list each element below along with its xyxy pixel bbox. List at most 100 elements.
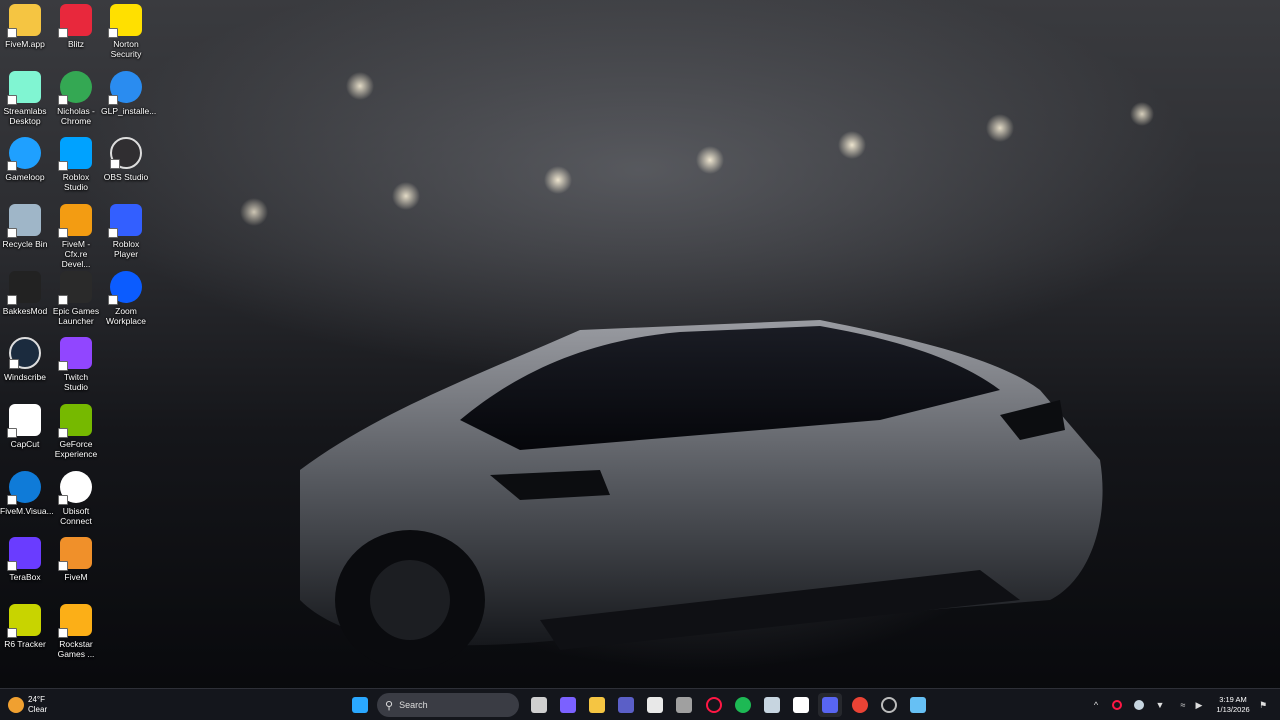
file-explorer-icon bbox=[589, 697, 605, 713]
taskbar-task-view[interactable] bbox=[527, 693, 551, 717]
bakkesmod-icon bbox=[7, 271, 41, 305]
desktop-icon-fivem-app[interactable]: FiveM.app bbox=[0, 0, 50, 49]
desktop-icon-label: TeraBox bbox=[9, 572, 41, 582]
desktop-icon-label: Norton Security bbox=[110, 39, 142, 59]
gameloop-icon bbox=[7, 137, 41, 171]
desktop-icon-fivem-visual[interactable]: FiveM.Visua... bbox=[0, 467, 54, 516]
desktop-icon-label: Gameloop bbox=[5, 172, 45, 182]
taskbar-chrome[interactable] bbox=[848, 693, 872, 717]
notepad-icon bbox=[793, 697, 809, 713]
desktop-icon-zoom[interactable]: Zoom Workplace bbox=[101, 267, 151, 326]
taskbar-calculator[interactable] bbox=[672, 693, 696, 717]
obs-icon bbox=[881, 697, 897, 713]
desktop-icon-label: Nicholas - Chrome bbox=[57, 106, 95, 126]
taskbar-notepad[interactable] bbox=[789, 693, 813, 717]
start-button[interactable] bbox=[348, 693, 372, 717]
desktop-icon-geforce[interactable]: GeForce Experience bbox=[51, 400, 101, 459]
desktop-icon-blitz[interactable]: Blitz bbox=[51, 0, 101, 49]
desktop-icon-label: Rockstar Games ... bbox=[57, 639, 95, 659]
taskbar-steam-2[interactable] bbox=[906, 693, 930, 717]
desktop-icon-obs[interactable]: OBS Studio bbox=[101, 133, 151, 182]
desktop-icon-ubisoft[interactable]: Ubisoft Connect bbox=[51, 467, 101, 526]
epic-games-icon bbox=[58, 271, 92, 305]
ubisoft-icon bbox=[58, 471, 92, 505]
desktop-icon-label: R6 Tracker bbox=[4, 639, 46, 649]
desktop-icon-chrome-profile[interactable]: Nicholas - Chrome bbox=[51, 67, 101, 126]
steam-icon bbox=[764, 697, 780, 713]
desktop-icon-r6-tracker[interactable]: R6 Tracker bbox=[0, 600, 50, 649]
start-icon bbox=[352, 697, 368, 713]
chrome-icon bbox=[852, 697, 868, 713]
fivem-icon bbox=[58, 537, 92, 571]
taskbar-clock[interactable]: 3:19 AM 1/13/2026 bbox=[1208, 693, 1258, 717]
desktop-icon-grid: FiveM.app Blitz Norton Security Streamla… bbox=[0, 0, 160, 680]
twitch-icon bbox=[58, 337, 92, 371]
taskbar-search[interactable]: ⚲ Search bbox=[377, 693, 519, 717]
desktop-icon-glp-installer[interactable]: GLP_installe... bbox=[101, 67, 157, 116]
desktop-icon-bakkesmod[interactable]: BakkesMod bbox=[0, 267, 50, 316]
desktop-icon-terabox[interactable]: TeraBox bbox=[0, 533, 50, 582]
desktop-icon-label: Roblox Studio bbox=[62, 172, 90, 192]
microphone-icon: ▼ bbox=[1155, 700, 1165, 710]
taskbar-teams[interactable] bbox=[614, 693, 638, 717]
wallpaper-car bbox=[300, 320, 1103, 670]
desktop-icon-label: GLP_installe... bbox=[101, 106, 157, 116]
spotify-icon bbox=[735, 697, 751, 713]
taskbar-copilot[interactable] bbox=[556, 693, 580, 717]
tray-volume[interactable]: ▶ bbox=[1192, 693, 1206, 717]
store-icon bbox=[647, 697, 663, 713]
desktop-icon-label: Streamlabs Desktop bbox=[3, 106, 47, 126]
desktop-icon-label: Twitch Studio bbox=[63, 372, 89, 392]
clock-date: 1/13/2026 bbox=[1216, 705, 1250, 714]
desktop-icon-epic-games[interactable]: Epic Games Launcher bbox=[51, 267, 101, 326]
edge-icon bbox=[7, 471, 41, 505]
desktop-icon-rockstar[interactable]: Rockstar Games ... bbox=[51, 600, 101, 659]
desktop-icon-fivem-dev[interactable]: FiveM - Cfx.re Devel... bbox=[51, 200, 101, 269]
streamlabs-icon bbox=[7, 71, 41, 105]
rockstar-icon bbox=[58, 604, 92, 638]
desktop-icon-roblox-studio[interactable]: Roblox Studio bbox=[51, 133, 101, 192]
weather-widget[interactable]: 24°F Clear bbox=[8, 693, 68, 717]
opera-gx-icon bbox=[706, 697, 722, 713]
taskbar-obs[interactable] bbox=[877, 693, 901, 717]
tray-microphone[interactable]: ▼ bbox=[1153, 693, 1167, 717]
desktop-icon-label: OBS Studio bbox=[103, 172, 149, 182]
desktop-icon-label: Epic Games Launcher bbox=[52, 306, 100, 326]
tray-steam[interactable] bbox=[1132, 693, 1146, 717]
desktop-icon-roblox-player[interactable]: Roblox Player bbox=[101, 200, 151, 259]
calculator-icon bbox=[676, 697, 692, 713]
desktop-icon-label: Zoom Workplace bbox=[106, 306, 146, 326]
capcut-icon bbox=[7, 404, 41, 438]
desktop-icon-label: Recycle Bin bbox=[2, 239, 48, 249]
chevron-up-icon: ^ bbox=[1093, 700, 1099, 710]
desktop-icon-fivem[interactable]: FiveM bbox=[51, 533, 101, 582]
desktop-icon-label: Roblox Player bbox=[112, 239, 140, 259]
tray-wifi[interactable]: ≈ bbox=[1176, 693, 1190, 717]
folder-icon bbox=[7, 4, 41, 38]
taskbar-discord[interactable] bbox=[818, 693, 842, 717]
taskbar-file-explorer[interactable] bbox=[585, 693, 609, 717]
desktop-icon-twitch-studio[interactable]: Twitch Studio bbox=[51, 333, 101, 392]
copilot-icon bbox=[560, 697, 576, 713]
tray-overflow-button[interactable]: ^ bbox=[1090, 693, 1102, 717]
norton-icon bbox=[108, 4, 142, 38]
desktop-icon-windscribe[interactable]: Windscribe bbox=[0, 333, 50, 382]
notifications-button[interactable]: ⚑ bbox=[1256, 693, 1270, 717]
glp-installer-icon bbox=[108, 71, 142, 105]
taskbar-store[interactable] bbox=[643, 693, 667, 717]
desktop-icon-label: CapCut bbox=[10, 439, 40, 449]
weather-condition: Clear bbox=[28, 705, 48, 714]
terabox-icon bbox=[7, 537, 41, 571]
wifi-icon: ≈ bbox=[1180, 700, 1186, 710]
fivem-dev-icon bbox=[58, 204, 92, 238]
desktop-icon-streamlabs[interactable]: Streamlabs Desktop bbox=[0, 67, 50, 126]
desktop-icon-gameloop[interactable]: Gameloop bbox=[0, 133, 50, 182]
taskbar-spotify[interactable] bbox=[731, 693, 755, 717]
tray-opera-gx[interactable] bbox=[1110, 693, 1124, 717]
geforce-icon bbox=[58, 404, 92, 438]
desktop-icon-norton[interactable]: Norton Security bbox=[101, 0, 151, 59]
taskbar-opera-gx[interactable] bbox=[702, 693, 726, 717]
taskbar-steam[interactable] bbox=[760, 693, 784, 717]
desktop-icon-recycle-bin[interactable]: Recycle Bin bbox=[0, 200, 50, 249]
desktop-icon-capcut[interactable]: CapCut bbox=[0, 400, 50, 449]
